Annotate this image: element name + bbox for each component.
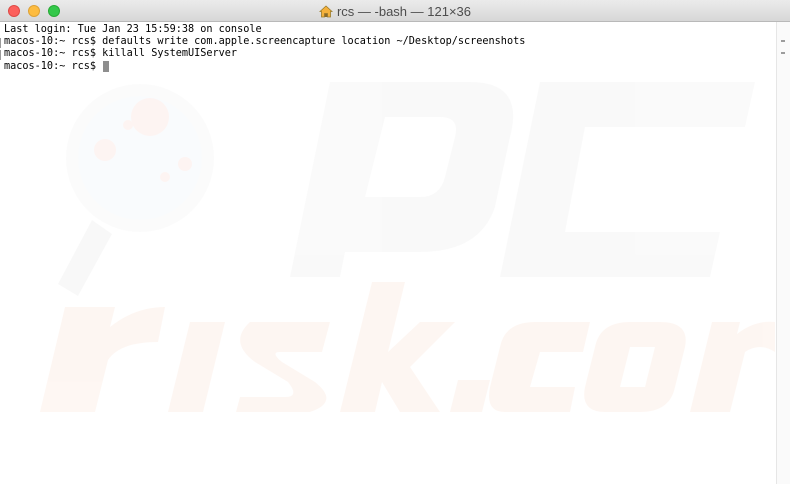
terminal-line-login: Last login: Tue Jan 23 15:59:38 on conso…: [4, 24, 262, 35]
scroll-marker: [781, 40, 785, 42]
terminal-line-command: macos-10:~ rcs$ killall SystemUIServer: [4, 48, 238, 60]
window-title: rcs — -bash — 121×36: [336, 3, 472, 19]
terminal-line-command: macos-10:~ rcs$ defaults write com.apple…: [4, 36, 526, 48]
scroll-marker: [781, 52, 785, 54]
terminal-prompt-line[interactable]: macos-10:~ rcs$: [4, 61, 776, 73]
title-bar[interactable]: rcs — -bash — 121×36: [0, 0, 790, 22]
home-icon: [318, 4, 333, 17]
terminal-prompt: macos-10:~ rcs$: [4, 60, 103, 72]
terminal-output[interactable]: Last login: Tue Jan 23 15:59:38 on conso…: [0, 22, 776, 484]
window-title-area: rcs — -bash — 121×36: [0, 0, 790, 22]
vertical-scrollbar[interactable]: [776, 22, 790, 484]
terminal-window: rcs — -bash — 121×36 Last login: Tue Jan…: [0, 0, 790, 484]
text-cursor: [103, 61, 110, 73]
